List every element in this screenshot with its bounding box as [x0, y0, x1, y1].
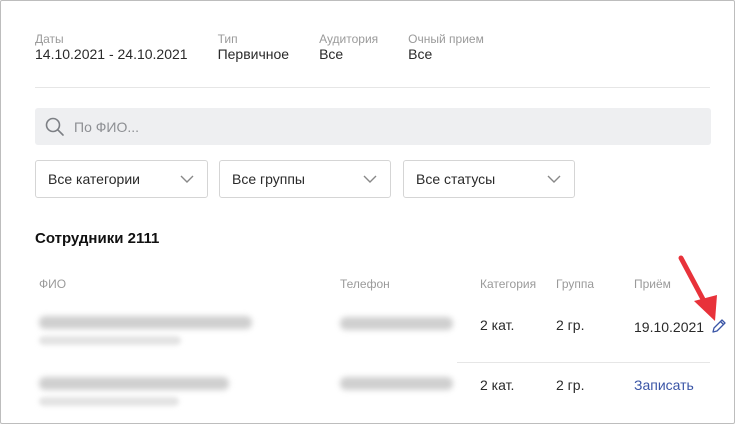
row-group: 2 гр. [556, 317, 585, 333]
header-category: Категория [480, 277, 537, 291]
row-group: 2 гр. [556, 377, 585, 393]
header-name: ФИО [39, 277, 67, 291]
employees-panel: Даты 14.10.2021 - 24.10.2021 Тип Первичн… [0, 0, 735, 424]
category-select-value: Все категории [48, 171, 140, 187]
row-divider [457, 362, 710, 363]
summary-dates: Даты 14.10.2021 - 24.10.2021 [35, 32, 188, 62]
redacted-phone [340, 377, 453, 390]
annotation-arrow-icon [678, 255, 717, 321]
status-select-value: Все статусы [416, 171, 496, 187]
header-phone: Телефон [340, 277, 390, 291]
book-appointment-link[interactable]: Записать [634, 377, 694, 393]
group-select[interactable]: Все группы [219, 160, 391, 198]
chevron-down-icon [180, 175, 194, 183]
redacted-phone [340, 317, 453, 330]
summary-in-person-label: Очный прием [408, 32, 484, 46]
redacted-position [39, 336, 181, 345]
summary-in-person-value: Все [408, 46, 433, 62]
header-group: Группа [556, 277, 595, 291]
summary-dates-label: Даты [35, 32, 64, 46]
chevron-down-icon [547, 175, 561, 183]
summary-in-person: Очный прием Все [408, 32, 484, 62]
search-input[interactable] [74, 118, 674, 135]
chevron-down-icon [363, 175, 377, 183]
redacted-name [39, 316, 252, 329]
summary-audience-value: Все [319, 46, 344, 62]
summary-dates-value: 14.10.2021 - 24.10.2021 [35, 46, 188, 62]
row-category: 2 кат. [480, 317, 515, 333]
summary-audience-label: Аудитория [319, 32, 379, 46]
summary-audience: Аудитория Все [319, 32, 378, 62]
group-select-value: Все группы [232, 171, 305, 187]
status-select[interactable]: Все статусы [403, 160, 575, 198]
search-box[interactable] [35, 108, 711, 145]
section-title: Сотрудники 2111 [35, 230, 160, 247]
filters-summary: Даты 14.10.2021 - 24.10.2021 Тип Первичн… [35, 32, 514, 62]
category-select[interactable]: Все категории [35, 160, 208, 198]
summary-type-label: Тип [217, 32, 238, 46]
redacted-name [39, 377, 229, 390]
redacted-position [39, 397, 179, 406]
search-icon [45, 117, 64, 136]
row-category: 2 кат. [480, 377, 515, 393]
summary-type-value: Первичное [217, 46, 290, 62]
summary-divider [35, 87, 710, 88]
summary-type: Тип Первичное [218, 32, 290, 62]
